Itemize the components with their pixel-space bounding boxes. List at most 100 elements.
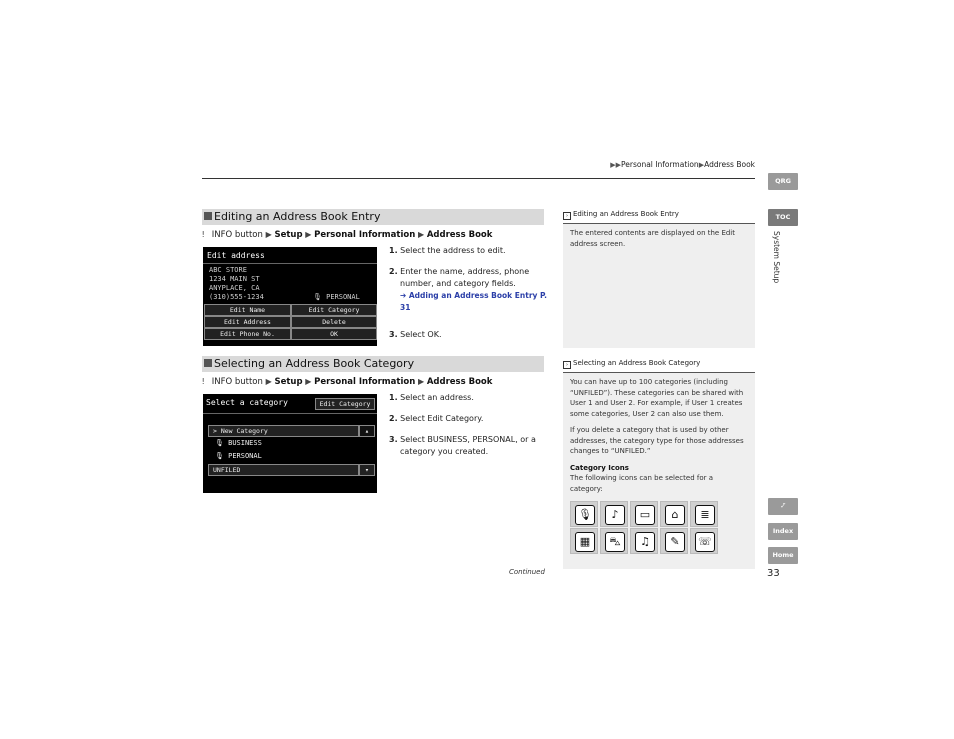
category-value: PERSONAL — [326, 293, 360, 301]
microphone-icon: 🎙 — [215, 439, 224, 447]
step-text: Enter the name, address, phone number, a… — [400, 267, 530, 288]
note-category-icon: ♫ — [630, 528, 658, 554]
path-arrow-icon: ▶ — [305, 377, 312, 386]
path-info-button: INFO button — [211, 230, 263, 240]
category-glyph: ⛍ — [605, 532, 625, 552]
scroll-down-button[interactable]: ▾ — [359, 464, 375, 476]
note-icon: › — [563, 212, 571, 220]
cross-reference[interactable]: ➔ Adding an Address Book Entry P. 31 — [389, 290, 547, 314]
screen-divider — [203, 263, 377, 264]
note-heading: › Editing an Address Book Entry — [563, 207, 755, 224]
home-tab[interactable]: Home — [768, 547, 798, 564]
note-text: The entered contents are displayed on th… — [570, 229, 735, 248]
edit-phone-button[interactable]: Edit Phone No. — [204, 328, 291, 340]
step-text: Select an address. — [400, 393, 474, 402]
delete-button[interactable]: Delete — [291, 316, 377, 328]
category-glyph: ♫ — [635, 532, 655, 552]
path-arrow-icon: ▶ — [265, 230, 272, 239]
new-category-item[interactable]: > New Category — [208, 425, 359, 437]
section-title-selecting: Selecting an Address Book Category — [214, 357, 415, 370]
breadcrumb: ▶▶Personal Information▶Address Book — [560, 160, 755, 169]
edit-address-button[interactable]: Edit Address — [204, 316, 291, 328]
section-label-system-setup: System Setup — [772, 231, 781, 284]
step-text: . — [480, 414, 484, 423]
step-3: 3. Select BUSINESS, PERSONAL, or a categ… — [389, 434, 547, 458]
step-2: 2. Select Edit Category. — [389, 413, 547, 425]
note-title: Editing an Address Book Entry — [573, 210, 679, 218]
select-category-screen: Select a category Edit Category > New Ca… — [203, 394, 377, 493]
step-text: Select — [400, 330, 428, 339]
steps-selecting: 1. Select an address. 2. Select Edit Cat… — [389, 392, 547, 458]
section-title-editing: Editing an Address Book Entry — [214, 210, 381, 223]
step-number: 1. — [389, 246, 398, 255]
edit-category-button[interactable]: Edit Category — [291, 304, 377, 316]
steps-editing: 1. Select the address to edit. 2. Enter … — [389, 245, 547, 341]
folder-category-icon: ▭ — [630, 501, 658, 527]
step-keyword: Edit Category — [427, 414, 481, 423]
path-setup: Setup — [274, 230, 303, 240]
category-glyph: ☏ — [695, 532, 715, 552]
voice-command-tab[interactable]: ✓̃ — [768, 498, 798, 515]
category-icons-heading: Category Icons — [570, 463, 629, 472]
scroll-up-button[interactable]: ▴ — [359, 425, 375, 437]
category-glyph: ♪ — [605, 505, 625, 525]
music-category-icon: ♪ — [600, 501, 628, 527]
cross-reference-link[interactable]: Adding an Address Book Entry — [409, 291, 538, 300]
address-line-city: ANYPLACE, CA — [209, 284, 260, 292]
tools-category-icon: ✎ — [660, 528, 688, 554]
category-label: BUSINESS — [228, 439, 262, 447]
step-text: Select the address to edit. — [400, 246, 506, 255]
edit-name-button[interactable]: Edit Name — [204, 304, 291, 316]
header-rule — [202, 178, 755, 179]
section-square-icon — [204, 212, 212, 220]
edit-category-button[interactable]: Edit Category — [315, 398, 375, 410]
personal-category-item[interactable]: 🎙 PERSONAL — [215, 452, 262, 460]
note-body: You can have up to 100 categories (inclu… — [563, 373, 755, 498]
chat-category-icon: ☏ — [690, 528, 718, 554]
breadcrumb-address-book[interactable]: Address Book — [704, 160, 755, 169]
path-arrow-icon: ▶ — [305, 230, 312, 239]
category-icons-text: The following icons can be selected for … — [570, 474, 714, 493]
ok-button[interactable]: OK — [291, 328, 377, 340]
qrg-tab[interactable]: QRG — [768, 173, 798, 190]
page-number: 33 — [767, 568, 780, 579]
edit-address-screen: Edit address ABC STORE 1234 MAIN ST ANYP… — [203, 247, 377, 346]
chevron-down-icon: ▾ — [365, 466, 369, 474]
step-keyword: BUSINESS — [427, 435, 468, 444]
note-heading: › Selecting an Address Book Category — [563, 356, 755, 373]
path-address-book: Address Book — [426, 377, 493, 387]
step-number: 3. — [389, 330, 398, 339]
address-line-name: ABC STORE — [209, 266, 247, 274]
section-heading-selecting: Selecting an Address Book Category — [202, 356, 544, 372]
path-personal-information: Personal Information — [314, 230, 416, 240]
category-glyph: ⌂ — [665, 505, 685, 525]
path-address-book: Address Book — [426, 230, 493, 240]
link-icon: ➔ — [400, 291, 407, 300]
step-text: . — [438, 330, 442, 339]
category-label: PERSONAL — [228, 452, 262, 460]
screen-title-select-category: Select a category — [206, 398, 288, 407]
car-category-icon: ⛍ — [600, 528, 628, 554]
voice-icon: ✓̃ — [780, 502, 786, 510]
navigation-path-editing: ǃ INFO button ▶ Setup ▶ Personal Informa… — [202, 230, 492, 240]
category-glyph: ▭ — [635, 505, 655, 525]
step-text: Select — [400, 414, 428, 423]
index-tab[interactable]: Index — [768, 523, 798, 540]
breadcrumb-personal-information[interactable]: Personal Information — [621, 160, 699, 169]
path-info-button: INFO button — [211, 377, 263, 387]
path-arrow-icon: ▶ — [265, 377, 272, 386]
step-number: 1. — [389, 393, 398, 402]
section-square-icon — [204, 359, 212, 367]
note-body: The entered contents are displayed on th… — [563, 224, 755, 259]
note-title: Selecting an Address Book Category — [573, 359, 701, 367]
note-icon: › — [563, 361, 571, 369]
business-category-item[interactable]: 🎙 BUSINESS — [215, 439, 262, 447]
info-button-icon: ǃ — [202, 377, 205, 386]
note-paragraph: If you delete a category that is used by… — [570, 426, 744, 455]
screen-divider — [203, 413, 377, 414]
unfiled-category-item[interactable]: UNFILED — [208, 464, 359, 476]
category-glyph: ▦ — [575, 532, 595, 552]
toc-tab[interactable]: TOC — [768, 209, 798, 226]
step-text: Select — [400, 435, 428, 444]
path-setup: Setup — [274, 377, 303, 387]
